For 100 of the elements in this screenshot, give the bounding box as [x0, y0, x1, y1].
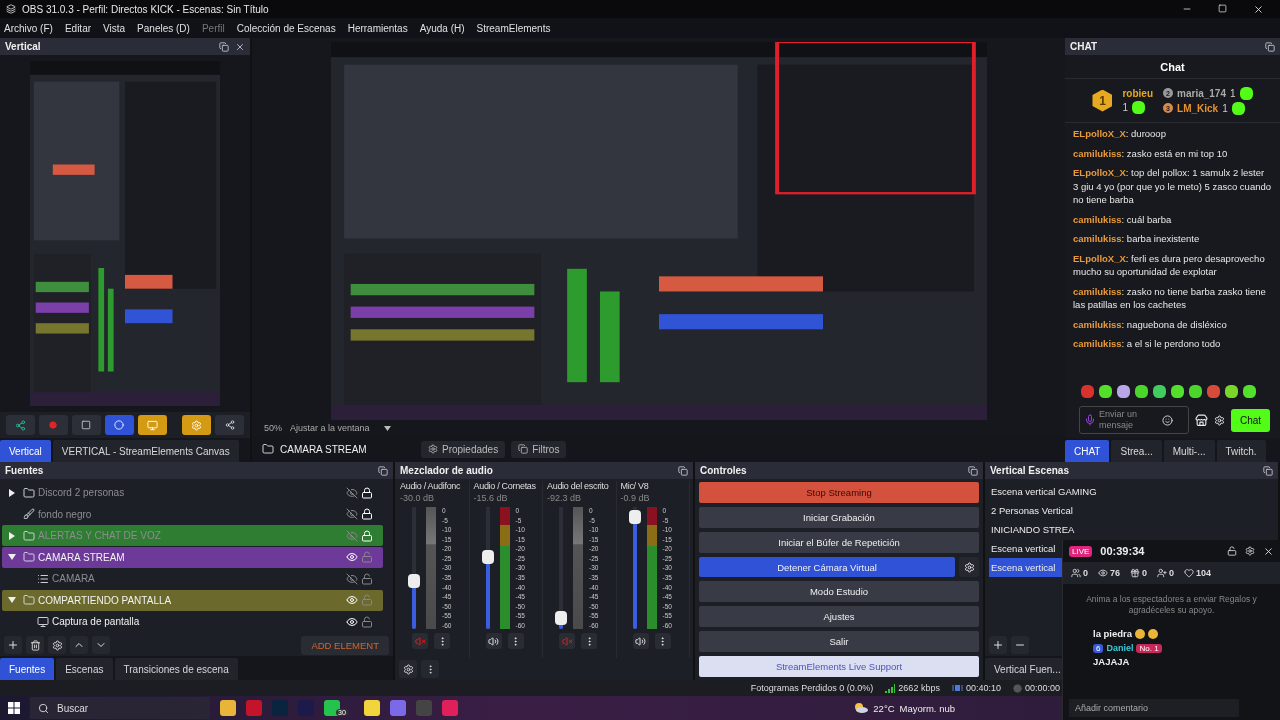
emote-icon[interactable] [1153, 384, 1166, 398]
source-row[interactable]: CAMARA STREAM [2, 546, 383, 568]
control-button[interactable]: Ajustes [699, 606, 979, 627]
settings-button[interactable] [959, 557, 979, 577]
store-icon[interactable] [1195, 413, 1208, 427]
unlock-icon[interactable] [361, 615, 373, 628]
eye-off-icon[interactable] [346, 572, 358, 585]
menu-item[interactable]: Paneles (D) [137, 22, 190, 34]
scene-item[interactable]: Escena vertical GAMING [989, 482, 1274, 501]
emote-icon[interactable] [1207, 384, 1220, 398]
eye-icon[interactable] [346, 615, 358, 628]
control-button[interactable]: StreamElements Live Support [699, 656, 979, 677]
tab[interactable]: CHAT [1065, 440, 1110, 462]
move-up-button[interactable] [70, 636, 88, 654]
emote-icon[interactable] [1225, 384, 1238, 398]
send-button[interactable]: Chat [1231, 408, 1271, 432]
message-input[interactable]: Enviar un mensaje [1099, 407, 1159, 433]
emote-icon[interactable] [1171, 384, 1184, 398]
lock-icon[interactable] [361, 508, 373, 520]
tab[interactable]: Escenas [56, 658, 113, 680]
start-icon[interactable] [8, 702, 20, 714]
record-button[interactable] [38, 415, 68, 435]
add-element-button[interactable]: ADD ELEMENT [301, 635, 389, 655]
undock-icon[interactable] [219, 41, 229, 52]
undock-icon[interactable] [378, 465, 388, 476]
menu-button[interactable] [434, 633, 450, 649]
search-field[interactable]: Buscar [30, 697, 210, 719]
control-button[interactable]: Detener Cámara Virtual [699, 557, 955, 577]
close-icon[interactable] [1263, 545, 1274, 557]
settings-icon[interactable] [1214, 414, 1225, 426]
settings-button[interactable] [182, 415, 212, 435]
chat-app-icon[interactable] [324, 700, 340, 716]
tab[interactable]: Vertical [0, 440, 51, 462]
undock-icon[interactable] [1263, 465, 1273, 476]
control-button[interactable]: Modo Estudio [699, 581, 979, 602]
emote-icon[interactable] [1243, 384, 1256, 398]
unlock-icon[interactable] [361, 572, 373, 585]
slider-thumb[interactable] [555, 610, 567, 625]
eye-off-icon[interactable] [346, 486, 358, 499]
comment-field[interactable]: Añadir comentario [1069, 699, 1239, 717]
menu-button[interactable] [581, 633, 597, 649]
move-down-button[interactable] [92, 636, 110, 654]
menu-item[interactable]: Ayuda (H) [419, 22, 465, 34]
control-button[interactable]: Stop Streaming [699, 482, 979, 503]
emote-icon[interactable] [1099, 384, 1112, 398]
menu-item[interactable]: Vista [103, 22, 126, 34]
scene-item[interactable]: 2 Personas Vertical [989, 501, 1274, 520]
slider-thumb[interactable] [408, 573, 420, 588]
toolbar-button[interactable] [215, 415, 245, 435]
menu-item[interactable]: Colección de Escenas [236, 22, 336, 34]
undock-icon[interactable] [678, 465, 688, 476]
menu-item[interactable]: Archivo (F) [4, 22, 53, 34]
zoom-dropdown[interactable]: Ajustar a la ventana [290, 423, 391, 433]
emote-icon[interactable] [1117, 384, 1130, 398]
lock-icon[interactable] [361, 486, 373, 499]
control-button[interactable]: Iniciar el Búfer de Repetición [699, 532, 979, 553]
expand-arrow-icon[interactable] [8, 488, 16, 497]
maximize-icon[interactable] [1218, 3, 1227, 13]
source-row[interactable]: COMPARTIENDO PANTALLA [2, 589, 383, 611]
control-button[interactable]: Salir [699, 631, 979, 652]
slider-thumb[interactable] [481, 550, 494, 565]
settings-icon[interactable] [1245, 546, 1255, 556]
menu-item[interactable]: StreamElements [476, 22, 551, 34]
mute-button[interactable] [632, 633, 649, 649]
tab[interactable]: Transiciones de escena [114, 658, 238, 680]
settings-button[interactable] [399, 660, 417, 678]
emote-icon[interactable] [1189, 384, 1202, 398]
search-input[interactable]: Buscar [55, 701, 195, 715]
delete-button[interactable] [26, 636, 44, 654]
toolbar-button[interactable] [104, 415, 134, 435]
close-icon[interactable] [1253, 3, 1264, 15]
scene-item[interactable]: INICIANDO STREA [989, 520, 1274, 539]
slider-thumb[interactable] [628, 510, 641, 525]
settings-button[interactable] [48, 636, 66, 654]
eye-icon[interactable] [346, 551, 358, 563]
eye-off-icon[interactable] [346, 508, 358, 520]
add-button[interactable] [4, 636, 22, 654]
close-icon[interactable] [235, 41, 245, 52]
collapse-arrow-icon[interactable] [8, 596, 16, 604]
control-button[interactable]: Iniciar Grabación [699, 507, 979, 528]
emote-icon[interactable] [1135, 384, 1148, 398]
menu-button[interactable] [654, 633, 671, 649]
remove-button[interactable] [1011, 636, 1029, 654]
tab[interactable]: Twitch. [1216, 440, 1266, 462]
undock-icon[interactable] [1265, 41, 1275, 52]
unlock-icon[interactable] [1227, 546, 1237, 556]
mute-button[interactable] [485, 633, 502, 649]
tab[interactable]: Strea... [1111, 440, 1162, 462]
properties-button[interactable]: Propiedades [421, 440, 506, 458]
filters-button[interactable]: Filtros [511, 440, 567, 458]
menu-button[interactable] [507, 633, 524, 649]
menu-button[interactable] [421, 660, 439, 678]
collapse-arrow-icon[interactable] [8, 553, 16, 561]
menu-item[interactable]: Editar [64, 22, 92, 34]
add-button[interactable] [989, 636, 1007, 654]
menu-item[interactable]: Herramientas [347, 22, 408, 34]
toolbar-button[interactable] [137, 415, 167, 435]
tab[interactable]: Fuentes [0, 658, 55, 680]
undock-icon[interactable] [968, 465, 978, 476]
message-field[interactable]: Enviar un mensaje [1079, 406, 1189, 434]
